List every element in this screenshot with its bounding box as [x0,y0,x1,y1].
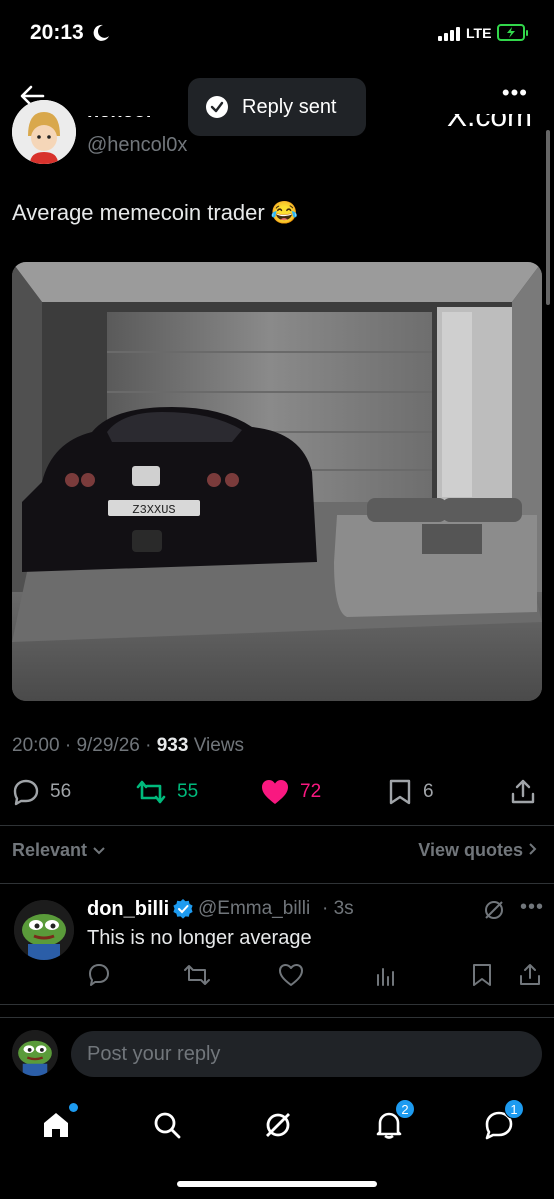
home-dot [69,1103,78,1112]
search-icon [154,1112,181,1139]
toast-text: Reply sent [242,95,337,118]
reply-avatar[interactable] [14,900,74,960]
tweet-time: 20:00 [12,735,60,756]
heart-icon [262,780,288,804]
tab-search[interactable] [147,1105,187,1145]
divider [0,1004,554,1005]
reply-input[interactable] [71,1031,542,1077]
heart-icon[interactable] [278,963,304,987]
like-button[interactable]: 72 [260,778,321,806]
repost-icon[interactable] [183,963,211,987]
reply-author-name[interactable]: don_billi [87,898,169,921]
view-quotes-label: View quotes [418,840,523,860]
tab-grok[interactable] [258,1105,298,1145]
author-avatar[interactable] [12,100,76,164]
author-handle[interactable]: @hencol0x [87,134,187,157]
tweet-date: 9/29/26 [76,735,140,756]
status-bar: 20:13 LTE [0,0,554,66]
reply-icon[interactable] [87,963,111,987]
repost-button[interactable]: 55 [135,778,198,806]
verified-badge-icon [173,899,193,919]
reply-button[interactable]: 56 [12,778,71,806]
bookmark-icon [389,779,411,805]
signal-icon [438,27,460,41]
share-icon[interactable] [509,778,537,806]
reply-icon [13,779,39,806]
reply-time: · 3s [322,898,354,919]
share-icon[interactable] [518,963,542,987]
tab-home[interactable] [36,1103,78,1145]
status-time: 20:13 [30,21,84,44]
grok-icon[interactable] [482,898,506,922]
grok-icon [266,1113,290,1137]
like-count: 72 [300,781,322,802]
tweet-text: Average memecoin trader 😂 [12,200,299,225]
svg-text:Z3XXUS: Z3XXUS [132,503,175,517]
check-icon [206,96,228,118]
messages-badge: 1 [504,1099,524,1119]
battery-icon [497,24,528,41]
divider [0,883,554,884]
views-count: 933 [156,735,189,756]
reply-actions [87,963,542,989]
divider [0,825,554,826]
home-icon [44,1113,68,1137]
analytics-icon[interactable] [375,963,397,987]
bookmark-icon[interactable] [471,963,493,987]
bookmark-button[interactable]: 6 [387,778,434,806]
reply-count: 56 [50,781,72,802]
chevron-right-icon [529,843,537,855]
toast-notification: Reply sent [188,78,366,136]
reply-composer [0,1017,554,1093]
scrollbar[interactable] [546,130,550,305]
network-label: LTE [466,25,492,41]
sort-label: Relevant [12,840,88,860]
user-avatar[interactable] [12,1030,58,1076]
tweet-image[interactable]: Z3XXUS [12,262,542,701]
chevron-down-icon [93,847,105,855]
more-options-icon[interactable]: ••• [502,82,528,104]
moon-icon [93,24,109,41]
repost-icon [136,780,166,804]
reply-more-icon[interactable]: ••• [520,896,544,919]
notifications-badge: 2 [395,1099,415,1119]
tab-messages[interactable]: 1 [479,1099,524,1145]
home-indicator [177,1181,377,1187]
meta-separator: · [145,735,157,756]
reply-text: This is no longer average [87,927,312,949]
meta-separator: · [64,735,77,756]
view-quotes-link[interactable]: View quotes [418,840,538,861]
bookmark-count: 6 [423,781,434,802]
sort-dropdown[interactable]: Relevant [12,840,106,861]
repost-count: 55 [177,781,199,802]
tweet-meta: 20:00 · 9/29/26 · 933 Views [12,735,244,757]
reply-author-handle[interactable]: @Emma_billi [198,898,310,920]
tweet-actions: 56 55 72 6 [12,776,542,812]
views-label: Views [193,735,245,756]
tab-notifications[interactable]: 2 [369,1099,415,1145]
